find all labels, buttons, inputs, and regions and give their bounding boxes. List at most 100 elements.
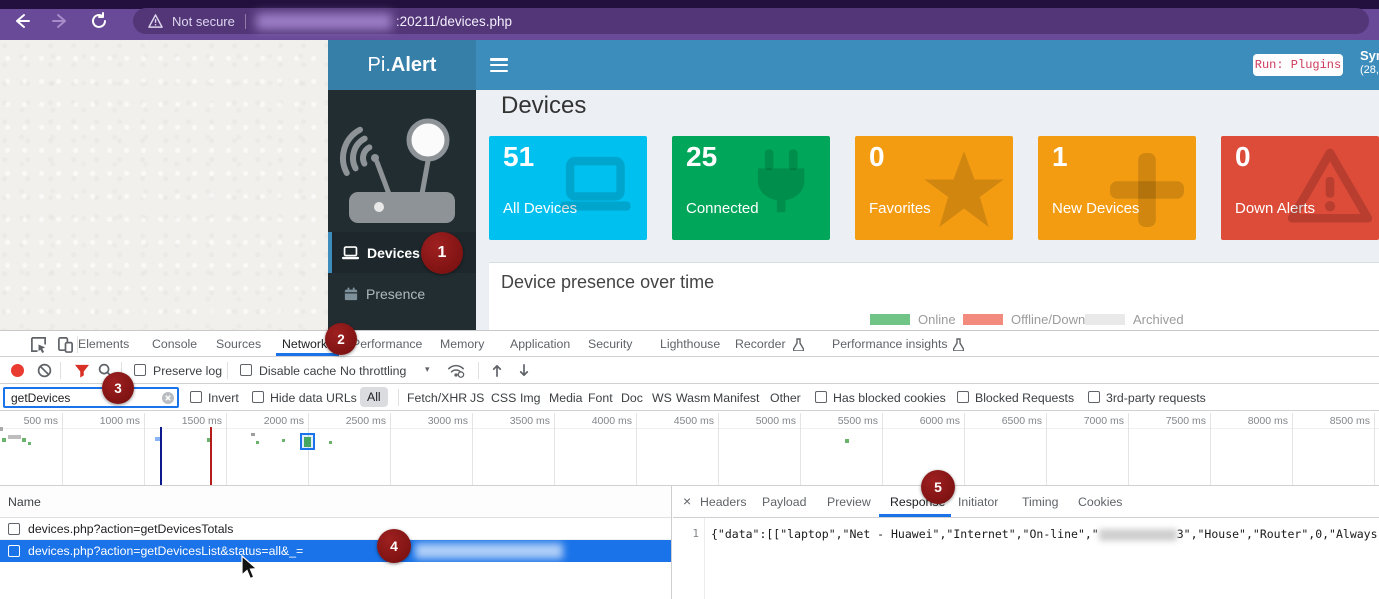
waterfall-request-mark[interactable] xyxy=(256,441,259,444)
preserve-log-label[interactable]: Preserve log xyxy=(153,364,222,378)
invert-checkbox[interactable] xyxy=(190,391,202,403)
import-har-icon[interactable] xyxy=(490,363,504,378)
filter-type-wasm[interactable]: Wasm xyxy=(676,391,710,405)
disable-cache-label[interactable]: Disable cache xyxy=(259,364,336,378)
inspect-element-icon[interactable] xyxy=(30,336,47,353)
filter-type-js[interactable]: JS xyxy=(470,391,484,405)
clear-filter-icon[interactable] xyxy=(162,392,174,404)
url-text[interactable]: :20211/devices.php xyxy=(396,14,512,29)
line-number: 1 xyxy=(681,527,699,540)
waterfall-request-mark[interactable] xyxy=(845,439,849,443)
tab-preview[interactable]: Preview xyxy=(827,495,871,509)
back-icon[interactable] xyxy=(13,12,31,30)
third-party-requests-checkbox[interactable] xyxy=(1088,391,1100,403)
hide-data-urls-checkbox[interactable] xyxy=(252,391,264,403)
third-party-requests-label[interactable]: 3rd-party requests xyxy=(1106,391,1206,405)
card-connected[interactable]: 25 Connected xyxy=(672,136,830,240)
run-plugins-button[interactable]: Run: Plugins xyxy=(1253,54,1343,76)
tab-sources[interactable]: Sources xyxy=(216,337,261,351)
reload-icon[interactable] xyxy=(90,12,108,30)
forward-icon[interactable] xyxy=(51,12,69,30)
app-logo[interactable]: Pi.Alert xyxy=(328,40,476,90)
chevron-down-icon[interactable]: ▾ xyxy=(425,364,430,375)
waterfall-request-mark[interactable] xyxy=(28,442,31,445)
filter-type-css[interactable]: CSS xyxy=(491,391,516,405)
has-blocked-cookies-checkbox[interactable] xyxy=(815,391,827,403)
waterfall-request-mark[interactable] xyxy=(282,439,285,442)
card-new-devices[interactable]: 1 New Devices xyxy=(1038,136,1196,240)
card-all-devices[interactable]: 51 All Devices xyxy=(489,136,647,240)
waterfall-request-mark[interactable] xyxy=(329,441,332,444)
disable-cache-checkbox[interactable] xyxy=(240,364,252,376)
request-name[interactable]: devices.php?action=getDevicesList&status… xyxy=(28,544,303,558)
tab-elements[interactable]: Elements xyxy=(78,337,129,351)
throttling-select[interactable]: No throttling xyxy=(340,364,406,378)
tab-recorder[interactable]: Recorder xyxy=(735,337,786,351)
ruler-tick-label: 1000 ms xyxy=(64,415,140,427)
waterfall-request-mark[interactable] xyxy=(2,438,6,442)
name-column-header[interactable]: Name xyxy=(8,495,41,509)
tab-timing[interactable]: Timing xyxy=(1022,495,1058,509)
blocked-requests-checkbox[interactable] xyxy=(957,391,969,403)
tab-memory[interactable]: Memory xyxy=(440,337,484,351)
waterfall-request-mark[interactable] xyxy=(22,438,26,442)
filter-type-media[interactable]: Media xyxy=(549,391,583,405)
waterfall-request-mark[interactable] xyxy=(0,427,3,431)
waterfall-request-mark[interactable] xyxy=(8,435,21,439)
filter-type-img[interactable]: Img xyxy=(520,391,541,405)
filter-type-font[interactable]: Font xyxy=(588,391,613,405)
tab-performance[interactable]: Performance xyxy=(352,337,422,351)
waterfall-overview[interactable]: 500 ms1000 ms1500 ms2000 ms2500 ms3000 m… xyxy=(0,411,1379,486)
request-name[interactable]: devices.php?action=getDevicesTotals xyxy=(28,522,233,536)
ruler-gridline xyxy=(964,413,965,485)
security-label[interactable]: Not secure xyxy=(172,14,235,29)
response-json[interactable]: {"data":[["laptop","Net - Huawei","Inter… xyxy=(711,527,1379,541)
filter-type-ws[interactable]: WS xyxy=(652,391,672,405)
tab-headers[interactable]: Headers xyxy=(700,495,746,509)
response-content[interactable]: 1 {"data":[["laptop","Net - Huawei","Int… xyxy=(673,518,1379,599)
clear-icon[interactable] xyxy=(37,363,52,378)
close-icon[interactable]: × xyxy=(683,493,691,509)
preserve-log-checkbox[interactable] xyxy=(134,364,146,376)
export-har-icon[interactable] xyxy=(517,363,531,378)
filter-type-all[interactable]: All xyxy=(360,387,388,407)
request-row[interactable]: devices.php?action=getDevicesTotals xyxy=(0,518,671,540)
request-row-selected[interactable]: devices.php?action=getDevicesList&status… xyxy=(0,540,671,562)
tab-initiator[interactable]: Initiator xyxy=(958,495,998,509)
legend-swatch xyxy=(870,314,910,325)
filter-type-manifest[interactable]: Manifest xyxy=(713,391,759,405)
address-bar[interactable]: Not secure :20211/devices.php xyxy=(133,8,1369,34)
tab-security[interactable]: Security xyxy=(588,337,632,351)
request-checkbox[interactable] xyxy=(8,545,20,557)
tab-lighthouse[interactable]: Lighthouse xyxy=(660,337,720,351)
tab-network[interactable]: Network xyxy=(282,337,327,351)
tab-console[interactable]: Console xyxy=(152,337,197,351)
filter-type-fetch-xhr[interactable]: Fetch/XHR xyxy=(407,391,467,405)
hide-data-urls-label[interactable]: Hide data URLs xyxy=(270,391,357,405)
waterfall-request-mark[interactable] xyxy=(207,438,210,442)
ruler-tick-label: 5500 ms xyxy=(802,415,878,427)
card-down-alerts[interactable]: 0 Down Alerts xyxy=(1221,136,1379,240)
card-favorites[interactable]: 0 Favorites xyxy=(855,136,1013,240)
waterfall-request-mark[interactable] xyxy=(155,437,160,441)
record-icon[interactable] xyxy=(11,364,24,377)
hamburger-icon[interactable] xyxy=(490,58,508,72)
tab-performance-insights[interactable]: Performance insights xyxy=(832,337,948,351)
network-conditions-icon[interactable] xyxy=(447,363,465,378)
tab-cookies[interactable]: Cookies xyxy=(1078,495,1122,509)
filter-input[interactable] xyxy=(3,387,179,408)
request-list-header[interactable]: Name xyxy=(0,486,671,518)
tab-application[interactable]: Application xyxy=(510,337,570,351)
filter-type-doc[interactable]: Doc xyxy=(621,391,643,405)
filter-type-other[interactable]: Other xyxy=(770,391,801,405)
device-toolbar-icon[interactable] xyxy=(57,336,74,353)
has-blocked-cookies-label[interactable]: Has blocked cookies xyxy=(833,391,946,405)
request-checkbox[interactable] xyxy=(8,523,20,535)
invert-label[interactable]: Invert xyxy=(208,391,239,405)
waterfall-request-mark[interactable] xyxy=(251,433,255,436)
filter-icon[interactable] xyxy=(74,364,90,378)
blocked-requests-label[interactable]: Blocked Requests xyxy=(975,391,1074,405)
waterfall-selection-box[interactable] xyxy=(300,433,315,450)
tab-payload[interactable]: Payload xyxy=(762,495,806,509)
sidebar-item-presence[interactable]: Presence xyxy=(328,273,476,314)
